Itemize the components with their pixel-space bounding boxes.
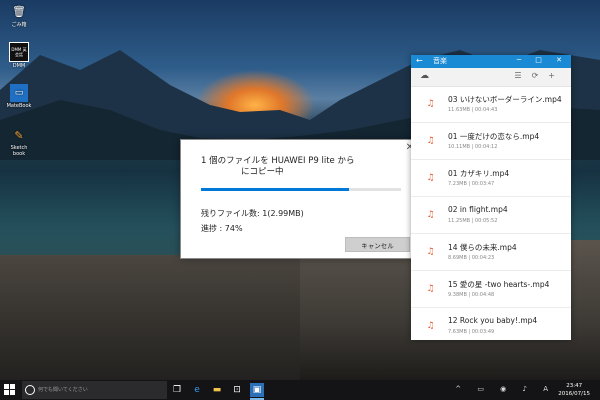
phone-music-window: ← 音楽 ─ □ ✕ ☁ ☰⟳+ ♫ 03 いけないボーダーライン.mp4 11.6… — [411, 55, 571, 340]
file-meta: 7.63MB | 00:03:49 — [448, 329, 495, 335]
copy-progress-fill — [201, 188, 349, 191]
search-placeholder: 何でも聞いてください — [38, 387, 88, 393]
taskbar: 何でも聞いてください ❐ e ▬ ⊡ ▣ ^ ▭ ◉ ♪ A 23:47 201… — [0, 380, 600, 400]
task-view-icon[interactable]: ❐ — [170, 383, 184, 397]
add-icon[interactable]: + — [548, 71, 565, 80]
file-name: 15 愛の星 -two hearts-.mp4 — [448, 280, 550, 289]
list-view-icon[interactable]: ☰ — [514, 71, 531, 80]
music-file-icon: ♫ — [426, 173, 435, 183]
file-explorer-icon[interactable]: ▬ — [210, 383, 224, 397]
dialog-title-line2: にコピー中 — [241, 167, 284, 177]
copy-progress-dialog: ✕ 1 個のファイルを HUAWEI P9 lite から にコピー中 残りファ… — [180, 139, 421, 259]
remaining-files-text: 残りファイル数: 1(2.99MB) — [201, 209, 304, 218]
clock-time: 23:47 — [566, 383, 583, 389]
recycle-bin-icon: 🗑 — [12, 4, 26, 18]
desktop-icon-sketchbook[interactable]: ✎ Sketch book — [4, 126, 34, 158]
file-list-item[interactable]: ♫ 02 in flight.mp4 11.25MB | 00:05:52 — [411, 197, 571, 234]
file-list: ♫ 03 いけないボーダーライン.mp4 11.63MB | 00:04:43 ♫ 01… — [411, 86, 571, 340]
file-list-item[interactable]: ♫ 12 Rock you baby!.mp4 7.63MB | 00:03:49 — [411, 308, 571, 340]
file-list-item[interactable]: ♫ 01 一度だけの恋なら.mp4 10.11MB | 00:04:12 — [411, 123, 571, 160]
phone-window-toolbar: ☁ ☰⟳+ — [411, 68, 571, 87]
store-icon[interactable]: ⊡ — [230, 383, 244, 397]
desktop-icon-label: Sketch book — [10, 145, 28, 157]
file-meta: 9.38MB | 00:04:48 — [448, 292, 495, 298]
music-file-icon: ♫ — [426, 210, 435, 220]
windows-start-button[interactable] — [4, 384, 16, 396]
active-app-icon[interactable]: ▣ — [250, 383, 264, 397]
file-name: 02 in flight.mp4 — [448, 205, 508, 214]
file-name: 01 一度だけの恋なら.mp4 — [448, 132, 540, 141]
file-list-item[interactable]: ♫ 03 いけないボーダーライン.mp4 11.63MB | 00:04:43 — [411, 86, 571, 123]
progress-percent-text: 進捗 : 74% — [201, 224, 243, 233]
file-name: 01 カザキリ.mp4 — [448, 169, 510, 178]
desktop-icon-label: MateBook — [6, 103, 32, 109]
back-arrow-icon[interactable]: ← — [416, 56, 423, 65]
cancel-button[interactable]: キャンセル — [345, 237, 410, 252]
music-file-icon: ♫ — [426, 247, 435, 257]
window-controls[interactable]: ─ □ ✕ — [517, 56, 568, 64]
system-tray[interactable]: ^ ▭ ◉ ♪ A — [455, 385, 555, 393]
matebook-icon: ▭ — [10, 84, 28, 102]
desktop-icon-dmm[interactable]: DMM 英会話 DMM — [4, 42, 34, 69]
music-file-icon: ♫ — [426, 321, 435, 331]
file-meta: 11.63MB | 00:04:43 — [448, 107, 498, 113]
desktop-icon-label: DMM — [12, 63, 26, 69]
cortana-icon — [25, 385, 35, 395]
file-list-item[interactable]: ♫ 14 僕らの未来.mp4 8.69MB | 00:04:23 — [411, 234, 571, 271]
file-list-item[interactable]: ♫ 01 カザキリ.mp4 7.23MB | 00:03:47 — [411, 160, 571, 197]
file-name: 03 いけないボーダーライン.mp4 — [448, 95, 562, 104]
cortana-search-box[interactable]: 何でも聞いてください — [22, 381, 167, 399]
taskbar-clock[interactable]: 23:47 2016/07/15 — [558, 382, 590, 398]
dmm-app-icon: DMM 英会話 — [9, 42, 29, 62]
music-file-icon: ♫ — [426, 136, 435, 146]
copy-progress-bar — [201, 188, 401, 191]
edge-browser-icon[interactable]: e — [190, 383, 204, 397]
file-meta: 10.11MB | 00:04:12 — [448, 144, 498, 150]
sync-icon[interactable]: ⟳ — [532, 71, 549, 80]
music-file-icon: ♫ — [426, 99, 435, 109]
sketchbook-icon: ✎ — [14, 128, 24, 142]
clock-date: 2016/07/15 — [558, 391, 590, 397]
desktop-icon-recycle-bin[interactable]: 🗑 ごみ箱 — [4, 2, 34, 29]
file-name: 14 僕らの未来.mp4 — [448, 243, 517, 252]
phone-window-titlebar: ← 音楽 ─ □ ✕ — [411, 55, 571, 68]
desktop-icon-matebook[interactable]: ▭ MateBook — [4, 84, 34, 109]
phone-window-title: 音楽 — [433, 57, 447, 65]
cloud-upload-icon[interactable]: ☁ — [420, 71, 429, 81]
file-name: 12 Rock you baby!.mp4 — [448, 316, 538, 325]
music-file-icon: ♫ — [426, 284, 435, 294]
file-meta: 7.23MB | 00:03:47 — [448, 181, 495, 187]
file-meta: 11.25MB | 00:05:52 — [448, 218, 498, 224]
file-meta: 8.69MB | 00:04:23 — [448, 255, 495, 261]
desktop-icon-label: ごみ箱 — [11, 22, 27, 28]
file-list-item[interactable]: ♫ 15 愛の星 -two hearts-.mp4 9.38MB | 00:04:4… — [411, 271, 571, 308]
